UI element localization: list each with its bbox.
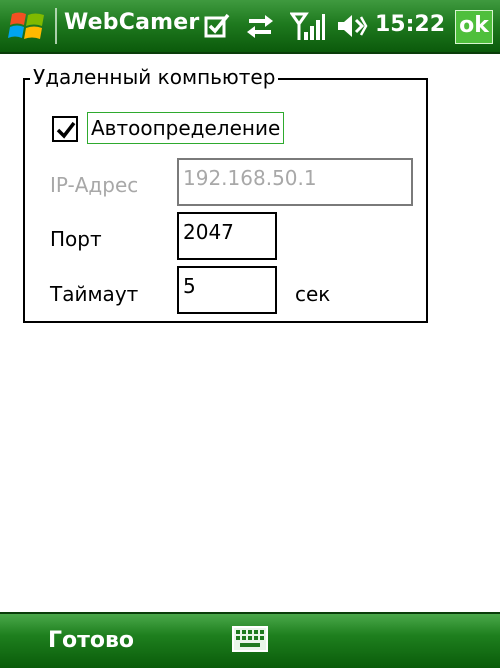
check-mark-icon <box>56 121 76 139</box>
port-value: 2047 <box>183 220 234 244</box>
auto-detect-checkbox[interactable] <box>52 116 78 142</box>
timeout-value: 5 <box>183 274 196 298</box>
app-title: WebCamer <box>64 10 200 35</box>
sync-arrows-icon[interactable] <box>245 12 275 40</box>
title-divider <box>55 8 57 44</box>
volume-icon[interactable] <box>336 12 368 40</box>
softkey-bar: Готово <box>0 612 500 668</box>
group-legend: Удаленный компьютер <box>30 65 279 89</box>
signal-strength-icon[interactable] <box>289 12 326 40</box>
ip-address-value: 192.168.50.1 <box>183 166 317 190</box>
timeout-unit: сек <box>295 282 331 306</box>
port-field[interactable]: 2047 <box>177 212 277 260</box>
clock[interactable]: 15:22 <box>375 12 445 37</box>
windows-start-icon[interactable] <box>8 8 48 44</box>
ip-address-label: IP-Адрес <box>50 173 139 197</box>
auto-detect-label[interactable]: Автоопределение <box>87 112 285 144</box>
ip-address-field[interactable]: 192.168.50.1 <box>177 158 413 206</box>
notes-checkbox-icon[interactable] <box>204 12 232 40</box>
timeout-field[interactable]: 5 <box>177 266 277 314</box>
done-softkey[interactable]: Готово <box>48 628 134 653</box>
title-bar: WebCamer 15:22 ok <box>0 0 500 54</box>
timeout-label: Таймаут <box>50 282 139 306</box>
port-label: Порт <box>50 227 102 251</box>
ok-button[interactable]: ok <box>455 10 493 44</box>
keyboard-icon[interactable] <box>232 626 268 656</box>
